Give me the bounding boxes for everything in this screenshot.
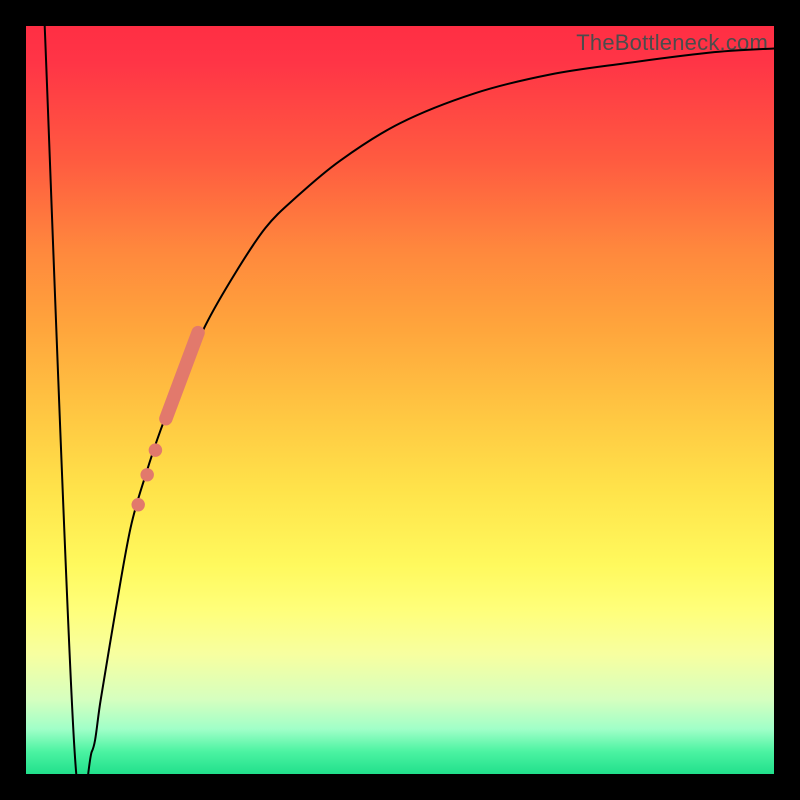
chart-svg [26, 26, 774, 774]
highlight-dot [149, 443, 162, 456]
bottleneck-curve-path [45, 26, 779, 800]
highlight-dot [131, 498, 144, 511]
bottleneck-curve [45, 26, 779, 800]
highlight-markers [131, 333, 198, 512]
plot-area: TheBottleneck.com [26, 26, 774, 774]
highlight-segment [166, 333, 198, 419]
chart-container: TheBottleneck.com [0, 0, 800, 800]
highlight-dot [140, 468, 153, 481]
